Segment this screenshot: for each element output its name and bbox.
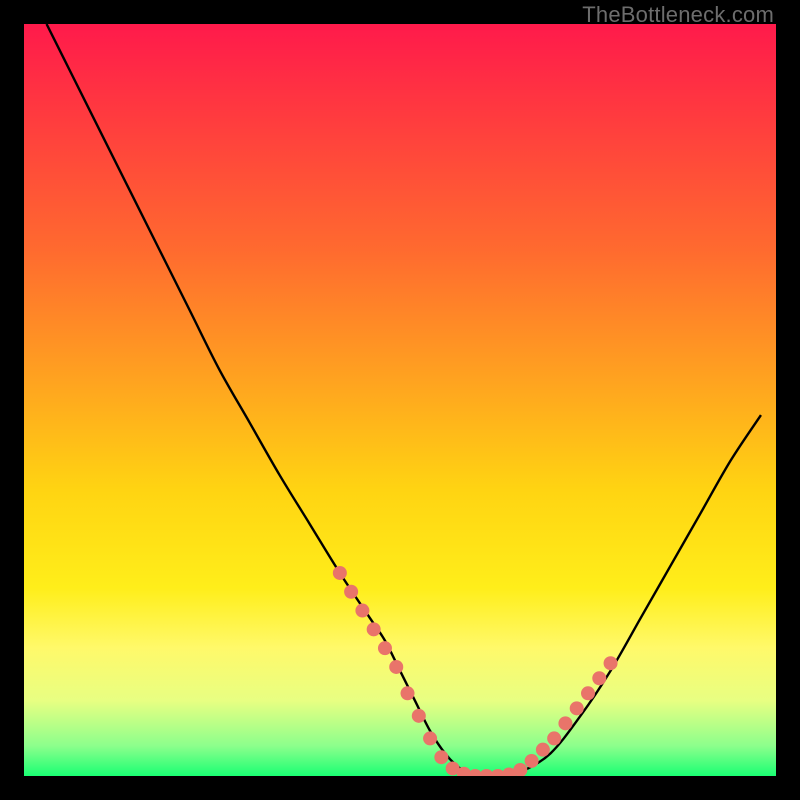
chart-svg [24, 24, 776, 776]
highlight-dot [333, 566, 347, 580]
highlight-dot [367, 622, 381, 636]
highlight-dot [401, 686, 415, 700]
highlight-dot [344, 585, 358, 599]
highlight-dot [558, 716, 572, 730]
highlight-dot [423, 731, 437, 745]
highlight-dot [536, 743, 550, 757]
highlight-dot [592, 671, 606, 685]
highlight-dot [412, 709, 426, 723]
chart-frame [24, 24, 776, 776]
highlight-dot [525, 754, 539, 768]
highlight-dot [434, 750, 448, 764]
highlight-dot [547, 731, 561, 745]
highlight-dot [604, 656, 618, 670]
highlight-dot [570, 701, 584, 715]
highlight-dot [378, 641, 392, 655]
highlight-dot [355, 604, 369, 618]
highlight-dot [581, 686, 595, 700]
highlight-dot [389, 660, 403, 674]
watermark-text: TheBottleneck.com [582, 2, 774, 28]
